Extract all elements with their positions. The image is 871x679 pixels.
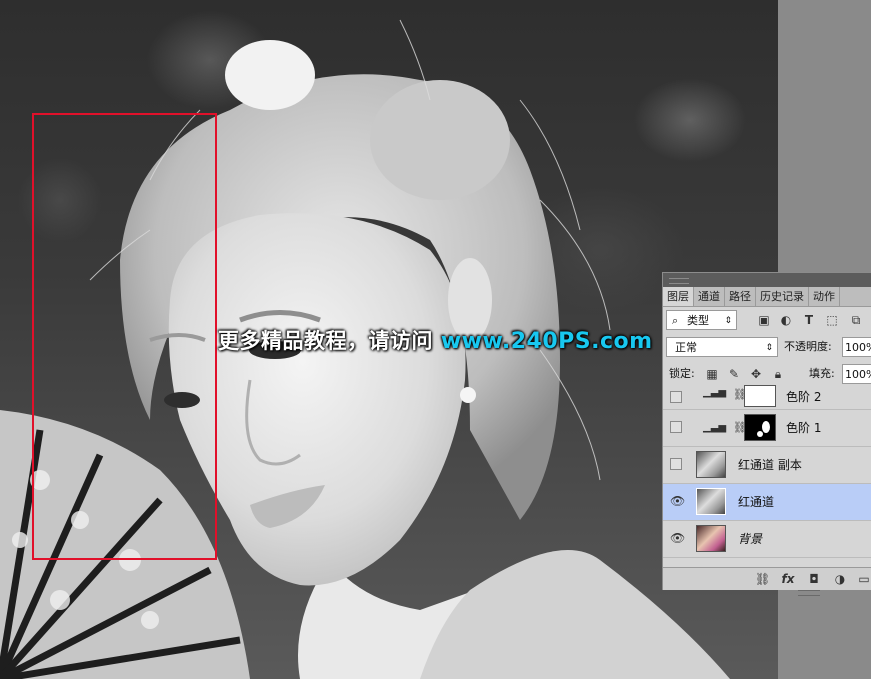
tab-layers[interactable]: 图层 [663,287,694,306]
layer-mask-thumbnail[interactable] [744,385,776,407]
tab-channels[interactable]: 通道 [694,287,725,306]
tab-actions[interactable]: 动作 [809,287,840,306]
adjustment-filter-icon[interactable]: ◐ [779,313,793,327]
add-mask-icon[interactable]: ◘ [807,572,821,586]
filter-kind-label: 类型 [687,314,709,327]
lock-label: 锁定: [669,367,695,380]
selection-rectangle [32,113,217,560]
search-icon: ⌕ [672,314,679,327]
layer-thumbnail [696,488,726,515]
visibility-toggle[interactable] [670,391,682,403]
panel-drag-bar[interactable] [663,273,871,287]
watermark-url: www.240PS.com [440,329,653,354]
updown-icon: ⇕ [724,316,732,326]
opacity-input[interactable]: 100% [842,337,871,357]
visibility-toggle[interactable] [670,421,682,433]
filter-row: ⌕ 类型 ⇕ ▣ ◐ T ⬚ ⧉ [663,307,871,331]
new-adjustment-icon[interactable]: ◑ [833,572,847,586]
adjustment-levels-icon: ▁▃▅ [703,387,727,398]
opacity-value: 100% [845,341,871,354]
type-filter-icon[interactable]: T [802,313,816,327]
layer-name: 色阶 2 [786,390,822,404]
blend-mode-select[interactable]: 正常 ⇕ [666,337,778,357]
blend-mode-value: 正常 [675,341,697,354]
layer-red-channel-copy[interactable]: 红通道 副本 [663,447,871,484]
layer-name: 红通道 副本 [738,458,802,472]
layer-name: 背景 [738,532,763,546]
lock-row: 锁定: ▦ ✎ ✥ 🔒︎ 填充: 100% [663,363,871,387]
panel-resize-grip[interactable] [798,590,820,596]
tab-paths[interactable]: 路径 [725,287,756,306]
layer-list: ▁▃▅ ⛓ 色阶 2 ▁▃▅ ⛓ 色阶 1 红通道 副本 👁︎ 红通道 👁︎ 背… [663,385,871,558]
layer-thumbnail [696,525,726,552]
panel-bottom-toolbar: ⛓ fx ◘ ◑ ▭ [663,567,871,590]
layer-thumbnail [696,451,726,478]
layer-name: 红通道 [738,495,775,509]
layer-red-channel[interactable]: 👁︎ 红通道 [663,484,871,521]
lock-image-icon[interactable]: ✎ [727,367,741,381]
opacity-label: 不透明度: [784,340,832,353]
updown-icon: ⇕ [765,343,773,353]
layer-levels-1[interactable]: ▁▃▅ ⛓ 色阶 1 [663,410,871,447]
layers-panel: 图层 通道 路径 历史记录 动作 ⌕ 类型 ⇕ ▣ ◐ T ⬚ ⧉ 正常 ⇕ 不… [662,272,871,590]
watermark-text: 更多精品教程，请访问 www.240PS.com [218,326,653,356]
lock-position-icon[interactable]: ✥ [749,367,763,381]
fill-value: 100% [845,368,871,381]
layer-mask-thumbnail[interactable] [744,414,776,441]
fill-label: 填充: [809,367,835,380]
eye-icon[interactable]: 👁︎ [670,495,685,507]
lock-all-icon[interactable]: 🔒︎ [771,367,785,381]
filter-kind-select[interactable]: ⌕ 类型 ⇕ [666,310,737,330]
link-layers-icon[interactable]: ⛓ [755,572,770,586]
layer-background[interactable]: 👁︎ 背景 [663,521,871,558]
fx-icon[interactable]: fx [781,572,795,586]
layer-name: 色阶 1 [786,421,822,435]
blend-row: 正常 ⇕ 不透明度: 100% [663,335,871,359]
visibility-toggle[interactable] [670,458,682,470]
shape-filter-icon[interactable]: ⬚ [825,313,839,327]
tab-history[interactable]: 历史记录 [756,287,809,306]
watermark-cn: 更多精品教程，请访问 [218,329,433,353]
fill-input[interactable]: 100% [842,364,871,384]
eye-icon[interactable]: 👁︎ [670,532,685,544]
image-filter-icon[interactable]: ▣ [757,313,771,327]
panel-tabs: 图层 通道 路径 历史记录 动作 [663,287,871,307]
smart-object-filter-icon[interactable]: ⧉ [849,313,863,327]
layer-levels-2[interactable]: ▁▃▅ ⛓ 色阶 2 [663,385,871,410]
lock-transparent-icon[interactable]: ▦ [705,367,719,381]
new-group-icon[interactable]: ▭ [857,572,871,586]
adjustment-levels-icon: ▁▃▅ [703,422,727,433]
